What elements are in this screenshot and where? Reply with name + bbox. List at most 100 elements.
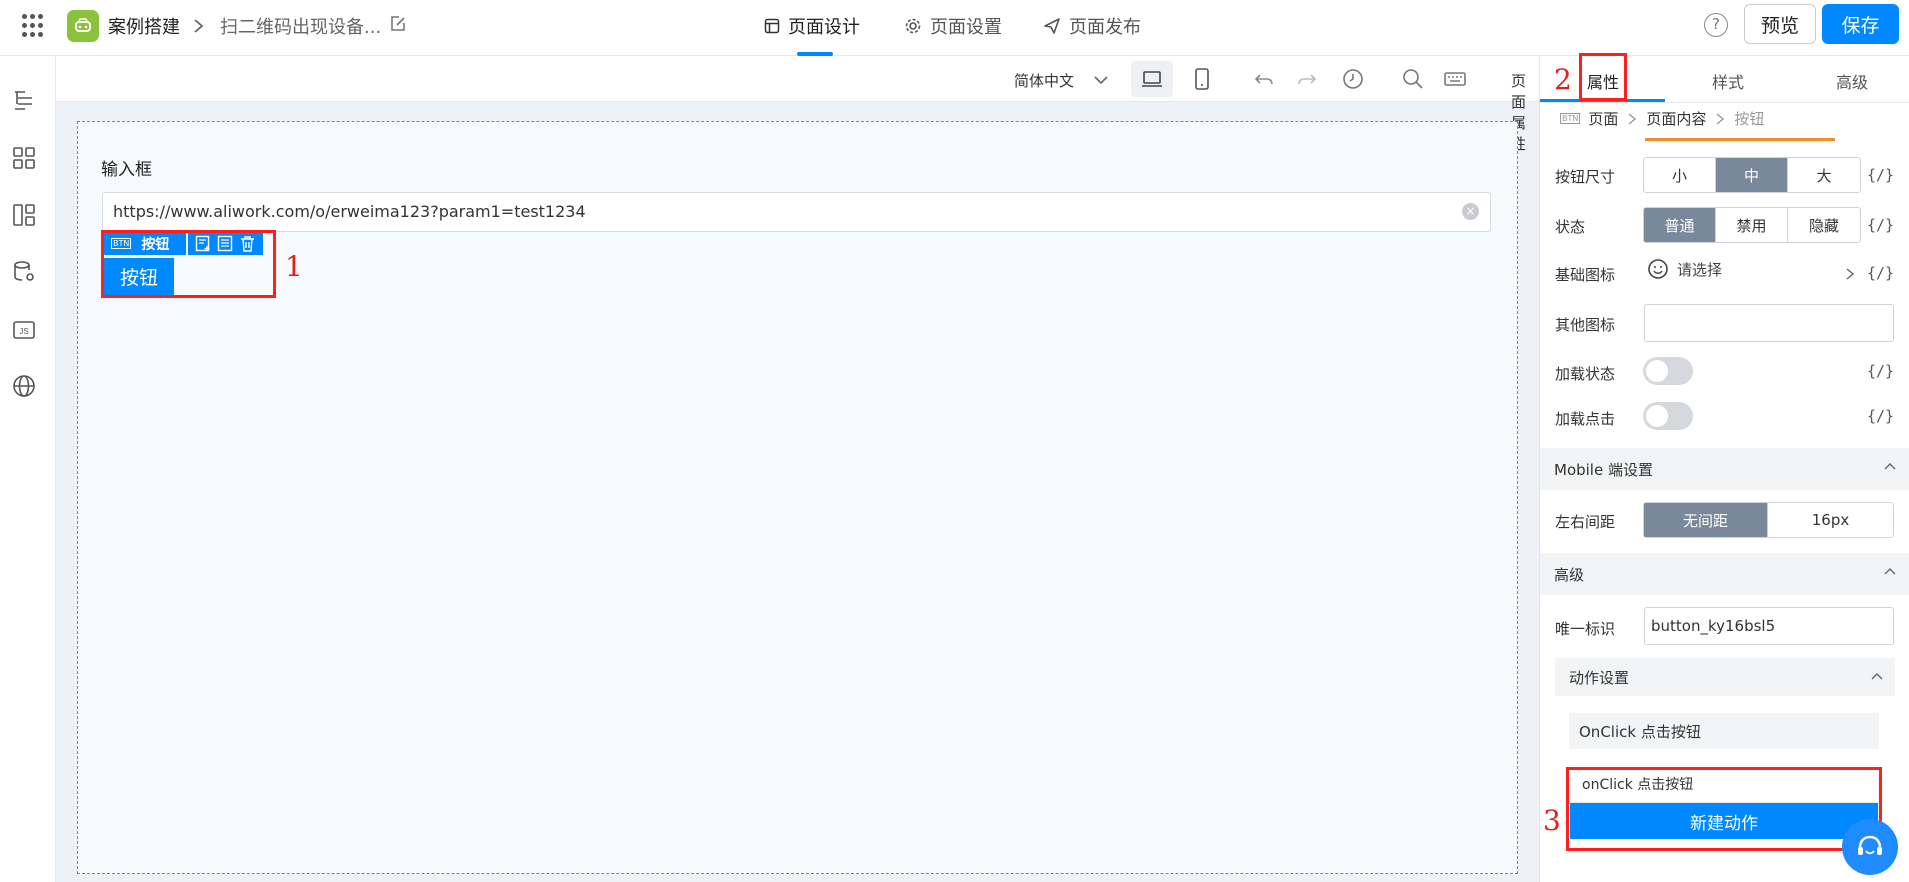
search-icon[interactable] <box>1401 67 1425 91</box>
tab-page-design-label: 页面设计 <box>788 17 860 38</box>
save-button[interactable]: 保存 <box>1822 4 1899 44</box>
redo-icon[interactable] <box>1295 67 1319 91</box>
other-icon-label: 其他图标 <box>1555 316 1616 334</box>
app-logo-icon <box>67 10 99 42</box>
divider <box>1540 102 1909 103</box>
size-option-small[interactable]: 小 <box>1644 158 1716 192</box>
desktop-view-icon[interactable] <box>1140 67 1164 91</box>
button-size-segmented: 小 中 大 <box>1643 157 1861 193</box>
base-icon-select[interactable]: 请选择 <box>1647 258 1722 280</box>
outline-tree-icon[interactable] <box>12 88 36 112</box>
variable-binding-icon[interactable]: {/} <box>1867 362 1894 380</box>
page-name[interactable]: 扫二维码出现设备... <box>220 13 381 39</box>
action-settings-section[interactable]: 动作设置 <box>1555 658 1895 696</box>
globe-icon[interactable] <box>12 374 36 398</box>
btn-tag-icon: BTN <box>1560 113 1581 124</box>
button-size-label: 按钮尺寸 <box>1555 168 1616 186</box>
other-icon-input[interactable] <box>1644 304 1894 342</box>
input-field-label: 输入框 <box>101 160 152 180</box>
status-option-disabled[interactable]: 禁用 <box>1716 208 1788 242</box>
variable-binding-icon[interactable]: {/} <box>1867 407 1894 425</box>
chevron-right-icon <box>1846 268 1855 280</box>
tab-page-design[interactable]: 页面设计 <box>764 13 860 39</box>
smiley-icon <box>1648 259 1668 279</box>
tab-styles[interactable]: 样式 <box>1712 69 1744 93</box>
send-icon <box>1044 18 1060 34</box>
base-icon-placeholder: 请选择 <box>1677 260 1723 279</box>
breadcrumb-content[interactable]: 页面内容 <box>1646 108 1706 129</box>
property-panel: 属性 样式 高级 BTN 页面 页面内容 按钮 按钮尺寸 小 中 大 {/} 状… <box>1539 56 1909 882</box>
chevron-right-icon <box>192 12 206 45</box>
breadcrumb-page[interactable]: 页面 <box>1588 108 1618 129</box>
components-grid-icon[interactable] <box>12 146 36 170</box>
margin-segmented: 无间距 16px <box>1643 502 1894 538</box>
base-icon-label: 基础图标 <box>1555 266 1616 284</box>
status-option-hidden[interactable]: 隐藏 <box>1788 208 1860 242</box>
loading-click-toggle[interactable] <box>1643 402 1693 430</box>
chevron-down-icon <box>1094 76 1108 85</box>
status-option-normal[interactable]: 普通 <box>1644 208 1716 242</box>
undo-icon[interactable] <box>1252 67 1276 91</box>
mobile-section-title: Mobile 端设置 <box>1554 461 1653 479</box>
margin-option-16px[interactable]: 16px <box>1768 503 1893 537</box>
breadcrumb-current: 按钮 <box>1734 110 1765 128</box>
app-grid-icon[interactable] <box>22 14 46 38</box>
loading-state-toggle[interactable] <box>1643 357 1693 385</box>
annotation-number-3: 3 <box>1543 804 1561 837</box>
layout-blocks-icon[interactable] <box>12 203 36 227</box>
history-clock-icon[interactable] <box>1341 67 1365 91</box>
breadcrumb: BTN 页面 页面内容 按钮 <box>1560 108 1764 129</box>
unique-id-input[interactable]: button_ky16bsl5 <box>1644 607 1894 645</box>
chevron-up-icon <box>1884 463 1896 470</box>
language-label: 简体中文 <box>1014 72 1075 90</box>
loading-state-label: 加载状态 <box>1555 365 1616 383</box>
help-icon[interactable]: ? <box>1704 13 1728 37</box>
language-select[interactable]: 简体中文 <box>1014 70 1109 91</box>
variable-binding-icon[interactable]: {/} <box>1867 264 1894 282</box>
preview-button[interactable]: 预览 <box>1744 4 1816 44</box>
chevron-up-icon <box>1871 673 1883 680</box>
annotation-box-3 <box>1566 767 1882 851</box>
mobile-settings-section[interactable]: Mobile 端设置 <box>1540 448 1909 490</box>
annotation-number-2: 2 <box>1554 63 1572 96</box>
status-segmented: 普通 禁用 隐藏 <box>1643 207 1861 243</box>
size-option-large[interactable]: 大 <box>1788 158 1860 192</box>
tab-advanced[interactable]: 高级 <box>1836 69 1868 93</box>
keyboard-icon[interactable] <box>1443 67 1467 91</box>
loading-click-label: 加载点击 <box>1555 410 1616 428</box>
top-bar: 案例搭建 扫二维码出现设备... 页面设计 页面设置 页面发布 ? 预览 保存 <box>0 0 1909 56</box>
data-source-icon[interactable] <box>12 260 36 284</box>
variable-binding-icon[interactable]: {/} <box>1867 166 1894 184</box>
chevron-up-icon <box>1884 568 1896 575</box>
mobile-view-icon[interactable] <box>1190 67 1214 91</box>
tab-page-settings-label: 页面设置 <box>930 17 1002 38</box>
tab-page-publish[interactable]: 页面发布 <box>1043 13 1141 39</box>
layout-icon <box>764 18 780 34</box>
scroll-indicator <box>1645 138 1835 141</box>
margin-option-none[interactable]: 无间距 <box>1644 503 1769 537</box>
chevron-right-icon <box>1716 112 1725 125</box>
edit-icon[interactable] <box>388 14 408 38</box>
annotation-number-1: 1 <box>285 250 303 283</box>
canvas-toolbar: 简体中文 页面属性 <box>56 56 1539 153</box>
gear-icon <box>905 18 921 34</box>
margin-label: 左右间距 <box>1555 513 1616 531</box>
tab-page-publish-label: 页面发布 <box>1069 17 1141 38</box>
status-label: 状态 <box>1555 218 1586 236</box>
chevron-right-icon <box>1628 112 1637 125</box>
left-sidebar: JS <box>0 56 56 882</box>
app-name[interactable]: 案例搭建 <box>108 13 180 39</box>
tab-page-settings[interactable]: 页面设置 <box>904 13 1002 39</box>
advanced-section-title: 高级 <box>1554 566 1585 584</box>
url-input[interactable]: https://www.aliwork.com/o/erweima123?par… <box>102 192 1491 232</box>
size-option-medium[interactable]: 中 <box>1716 158 1788 192</box>
clear-icon[interactable]: × <box>1462 203 1479 220</box>
onclick-action-row[interactable]: OnClick 点击按钮 <box>1569 713 1879 749</box>
advanced-section[interactable]: 高级 <box>1540 553 1909 595</box>
customer-service-icon[interactable] <box>1842 819 1898 875</box>
svg-text:JS: JS <box>19 327 28 336</box>
unique-id-label: 唯一标识 <box>1555 620 1616 638</box>
design-canvas[interactable] <box>77 121 1518 874</box>
variable-binding-icon[interactable]: {/} <box>1867 216 1894 234</box>
js-code-icon[interactable]: JS <box>12 318 36 342</box>
